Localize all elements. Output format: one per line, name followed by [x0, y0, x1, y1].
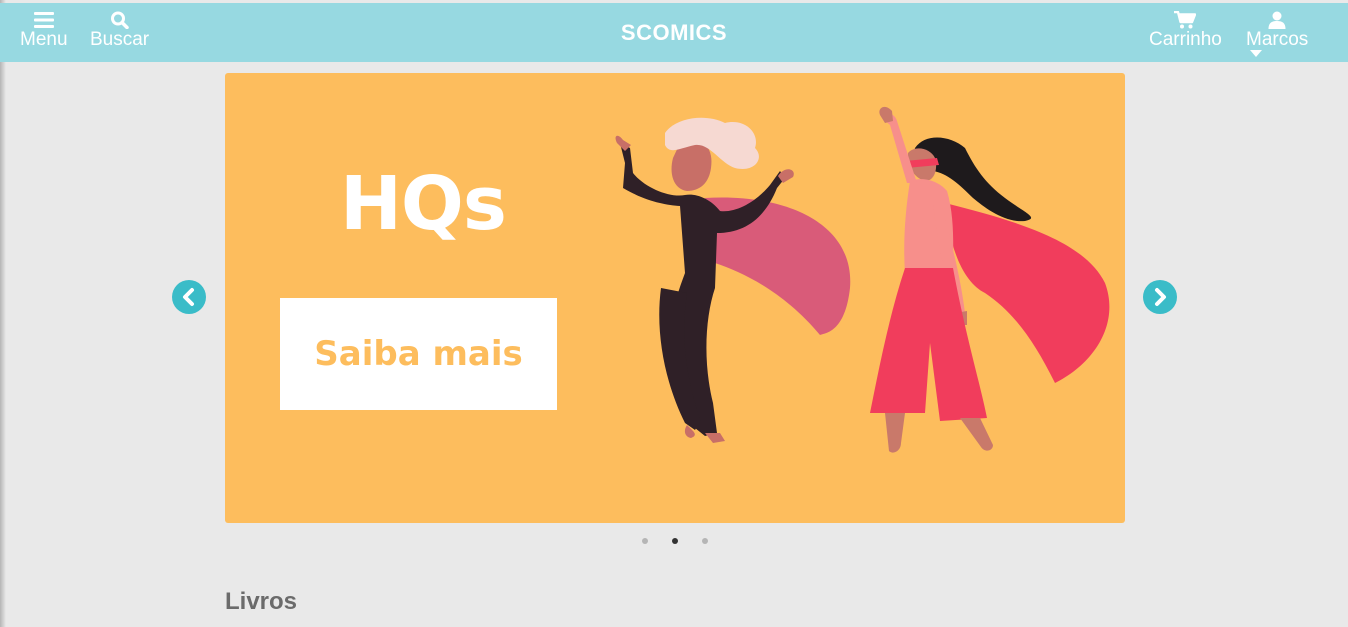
cart-label: Carrinho	[1149, 29, 1222, 50]
caret-down-icon	[1250, 50, 1262, 57]
cart-icon	[1174, 11, 1197, 29]
user-label-row: Marcos	[1246, 30, 1308, 58]
user-icon	[1268, 11, 1286, 29]
carousel-dot-3[interactable]	[702, 538, 708, 544]
cart-button[interactable]: Carrinho	[1149, 11, 1222, 50]
chevron-left-icon	[183, 288, 194, 306]
user-name: Marcos	[1246, 29, 1309, 50]
carousel-prev-button[interactable]	[172, 280, 206, 314]
learn-more-button[interactable]: Saiba mais	[280, 298, 557, 410]
top-navigation-bar: Menu Buscar SCOMICS Carrinho Marcos	[0, 3, 1348, 62]
carousel-dot-2[interactable]	[672, 538, 678, 544]
chevron-right-icon	[1155, 288, 1166, 306]
brand-logo[interactable]: SCOMICS	[0, 20, 1348, 46]
hero-carousel-slide: HQs Saiba mais	[225, 73, 1125, 523]
page-edge-shadow	[0, 0, 6, 627]
user-menu-button[interactable]: Marcos	[1246, 11, 1308, 58]
carousel-next-button[interactable]	[1143, 280, 1177, 314]
carousel-dot-1[interactable]	[642, 538, 648, 544]
slide-title: HQs	[340, 161, 507, 247]
section-title-books: Livros	[225, 588, 298, 615]
